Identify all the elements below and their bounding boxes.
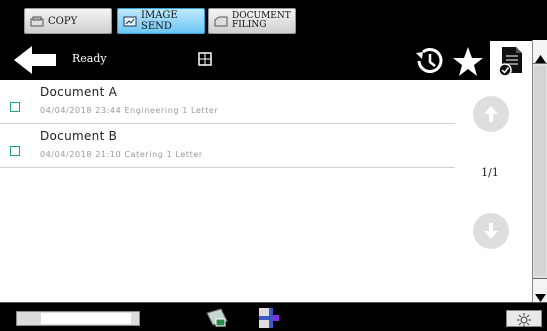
document-list-panel: Document A 04/04/2018 23:44 Engineering … xyxy=(0,80,532,302)
scroll-up-button[interactable] xyxy=(533,40,547,64)
back-arrow-icon[interactable] xyxy=(12,45,58,75)
list-item[interactable]: Document B 04/04/2018 21:10 Catering 1 L… xyxy=(0,124,455,168)
tab-image-send[interactable]: IMAGE SEND xyxy=(117,8,205,34)
bottom-status-bar xyxy=(0,302,547,331)
document-select-button[interactable] xyxy=(490,41,532,80)
document-meta: 04/04/2018 23:44 Engineering 1 Letter xyxy=(40,106,219,115)
document-checkbox[interactable] xyxy=(10,146,20,156)
document-filing-icon xyxy=(214,16,228,27)
printer-icon[interactable] xyxy=(256,306,282,330)
scroll-down-button[interactable] xyxy=(533,278,547,302)
scroll-up-icon xyxy=(535,48,546,67)
scroll-track[interactable] xyxy=(534,66,546,276)
header-bar: Ready xyxy=(0,40,532,80)
page-down-button[interactable] xyxy=(473,213,509,249)
brightness-button[interactable] xyxy=(506,310,542,327)
document-list: Document A 04/04/2018 23:44 Engineering … xyxy=(0,80,455,168)
image-send-icon xyxy=(123,16,137,27)
arrow-down-icon xyxy=(483,222,499,240)
page-indicator: 1/1 xyxy=(481,166,499,179)
page-up-button[interactable] xyxy=(473,96,509,132)
tab-image-send-label: IMAGE SEND xyxy=(141,10,178,32)
copy-icon xyxy=(30,16,44,27)
brightness-icon xyxy=(517,312,531,331)
history-icon[interactable] xyxy=(412,44,446,78)
arrow-up-icon xyxy=(483,105,499,123)
document-icon xyxy=(496,45,526,77)
job-status-icon[interactable] xyxy=(204,307,230,329)
tab-document-filing[interactable]: DOCUMENT FILING xyxy=(208,8,296,34)
tab-copy-label: COPY xyxy=(48,15,78,27)
document-checkbox[interactable] xyxy=(10,102,20,112)
list-item[interactable]: Document A 04/04/2018 23:44 Engineering … xyxy=(0,80,455,124)
document-name: Document B xyxy=(40,129,118,143)
star-icon[interactable] xyxy=(452,46,484,78)
document-meta: 04/04/2018 21:10 Catering 1 Letter xyxy=(40,150,203,159)
status-field xyxy=(16,311,140,326)
layout-toggle-icon[interactable] xyxy=(198,51,212,66)
tab-document-filing-label: DOCUMENT FILING xyxy=(232,11,291,30)
document-name: Document A xyxy=(40,85,118,99)
scrollbar[interactable] xyxy=(532,40,547,302)
status-text: Ready xyxy=(72,52,107,65)
mode-tab-bar: COPY IMAGE SEND DOCUMENT FILING xyxy=(0,0,547,40)
tab-copy[interactable]: COPY xyxy=(24,8,112,34)
